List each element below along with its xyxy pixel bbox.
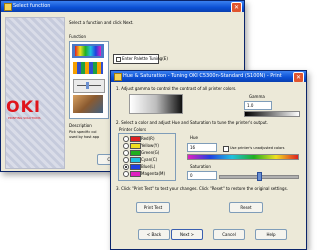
color-label-green: Green(G) — [141, 150, 160, 155]
gamma-preview — [129, 94, 183, 114]
print-test-button[interactable]: Print Test — [136, 202, 170, 213]
description-line-2: used by host app — [69, 135, 100, 139]
window-title: Select function — [13, 3, 51, 9]
reset-button[interactable]: Reset — [229, 202, 263, 213]
color-option-cyan[interactable]: Cyan(C) — [122, 156, 157, 163]
description-label: Description — [69, 123, 92, 128]
gamma-instruction: 1. Adjust gamma to control the contrast … — [116, 86, 237, 91]
use-unadjusted-label: Use printer's unadjusted colors — [230, 146, 285, 150]
saturation-slider-thumb[interactable] — [257, 172, 262, 181]
palette-tuning-label: Enter Palette Tuning(E) — [122, 56, 168, 61]
app-icon — [4, 3, 12, 11]
help-button[interactable]: Help — [255, 229, 287, 240]
window-title: Hue & Saturation - Tuning OKI C5300n-Sta… — [123, 73, 282, 79]
hue-instruction: 2. Select a color and adjust Hue and Sat… — [116, 120, 269, 125]
color-label-blue: Blue(L) — [141, 164, 156, 169]
function-item-grid[interactable] — [73, 62, 103, 74]
saturation-input[interactable]: 0 — [187, 171, 217, 180]
function-label: Function — [69, 34, 87, 39]
printer-colors-group: Red(R) Yellow(Y) Green(G) Cyan(C) Blue(L… — [118, 133, 176, 181]
oki-tagline: PRINTING SOLUTIONS — [8, 116, 41, 120]
color-label-yellow: Yellow(Y) — [141, 143, 159, 148]
instruction-text: Select a function and click Next. — [69, 20, 134, 25]
hue-label: Hue — [190, 135, 199, 140]
select-function-titlebar: Select function ✕ — [1, 1, 244, 12]
gamma-bar — [244, 111, 300, 117]
next-button[interactable]: Next > — [171, 229, 203, 240]
printer-colors-label: Printer Colors — [119, 127, 147, 132]
hue-saturation-window: Hue & Saturation - Tuning OKI C5300n-Sta… — [110, 70, 307, 250]
color-option-magenta[interactable]: Magenta(M) — [122, 170, 165, 177]
use-unadjusted-checkbox[interactable] — [223, 146, 229, 152]
function-item-photo[interactable] — [73, 95, 103, 113]
cancel-button[interactable]: Cancel — [213, 229, 245, 240]
oki-logo-text: OKI — [6, 97, 41, 116]
hue-input[interactable]: 16 — [187, 143, 217, 152]
radio-magenta[interactable] — [123, 171, 129, 177]
color-option-blue[interactable]: Blue(L) — [122, 163, 157, 170]
gamma-input[interactable]: 1.0 — [244, 101, 272, 110]
color-option-yellow[interactable]: Yellow(Y) — [122, 142, 159, 149]
hue-saturation-titlebar: Hue & Saturation - Tuning OKI C5300n-Sta… — [111, 71, 306, 82]
function-item-palette[interactable] — [72, 44, 104, 58]
swatch-magenta — [130, 171, 141, 177]
color-option-green[interactable]: Green(G) — [122, 149, 160, 156]
color-label-magenta: Magenta(M) — [141, 171, 166, 176]
color-option-red[interactable]: Red(R) — [122, 135, 157, 142]
close-button[interactable]: ✕ — [293, 72, 304, 82]
color-label-red: Red(R) — [141, 136, 155, 141]
function-list[interactable] — [69, 41, 109, 119]
back-button[interactable]: < Back — [138, 229, 170, 240]
close-button[interactable]: ✕ — [231, 2, 242, 12]
oki-logo: OKI PRINTING SOLUTIONS — [5, 97, 63, 121]
hue-spectrum — [187, 154, 299, 160]
color-label-cyan: Cyan(C) — [141, 157, 158, 162]
description-line-1: Pick specific col — [69, 130, 97, 134]
app-icon — [114, 73, 122, 81]
saturation-label: Saturation — [190, 164, 211, 169]
function-item-slider[interactable] — [73, 79, 105, 93]
side-banner-image — [5, 17, 65, 169]
step3-instruction-line-1: 3. Click "Print Test" to test your chang… — [116, 186, 288, 191]
gamma-label: Gamma — [249, 94, 265, 99]
palette-tuning-checkbox[interactable]: Enter Palette Tuning(E) — [113, 54, 168, 64]
